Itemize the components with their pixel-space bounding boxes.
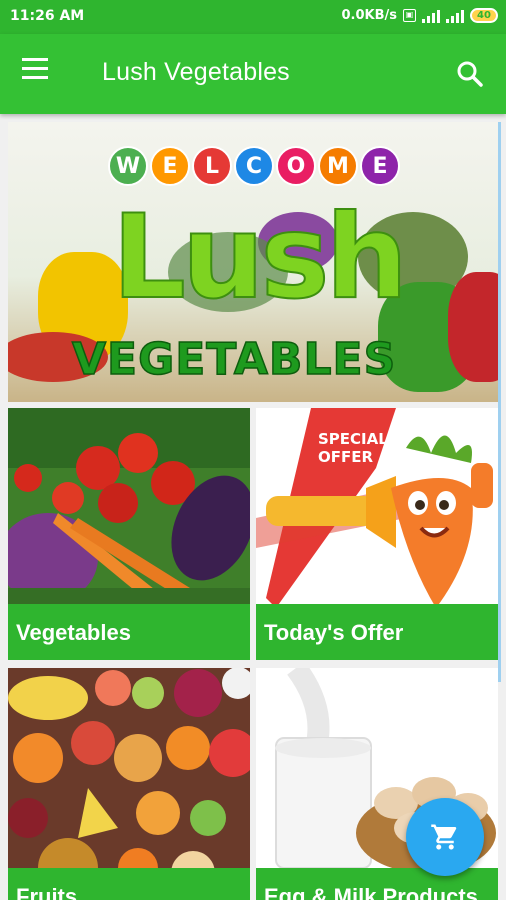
cart-button[interactable] (406, 798, 484, 876)
welcome-letter: W (108, 146, 148, 186)
scrollbar[interactable] (498, 122, 501, 682)
welcome-letters: W E L C O M E (108, 146, 400, 186)
offer-badge: SPECIAL OFFER (318, 430, 388, 466)
hamburger-menu-icon[interactable] (22, 58, 58, 94)
battery-icon: 40 (470, 8, 498, 23)
red-bell-pepper-image (448, 272, 498, 382)
signal-strength-icon (422, 9, 440, 23)
welcome-letter: E (150, 146, 190, 186)
tile-label: Fruits (8, 868, 250, 900)
welcome-letter: E (360, 146, 400, 186)
tile-label: Vegetables (8, 604, 250, 660)
shopping-cart-icon (431, 824, 457, 850)
welcome-letter: L (192, 146, 232, 186)
category-tile-todays-offer[interactable]: SPECIAL OFFER Today's Offer (256, 408, 498, 660)
welcome-letter: C (234, 146, 274, 186)
network-type-icon: ▣ (403, 9, 416, 22)
category-tile-vegetables[interactable]: Vegetables (8, 408, 250, 660)
app-bar: Lush Vegetables (0, 34, 506, 114)
tile-label: Today's Offer (256, 604, 498, 660)
search-icon[interactable] (454, 58, 486, 90)
category-tile-fruits[interactable]: Fruits (8, 668, 250, 900)
welcome-letter: M (318, 146, 358, 186)
welcome-letter: O (276, 146, 316, 186)
status-bar: 11:26 AM 0.0KB/s ▣ 40 (0, 0, 506, 34)
welcome-banner[interactable]: W E L C O M E Lush VEGETABLES (8, 122, 498, 402)
tile-label: Egg & Milk Products (256, 868, 498, 900)
status-indicators: 0.0KB/s ▣ 40 (341, 8, 498, 23)
network-speed: 0.0KB/s (341, 8, 398, 23)
fruits-image (8, 668, 250, 900)
battery-level: 40 (477, 10, 491, 21)
signal-strength-2-icon (446, 9, 464, 23)
status-time: 11:26 AM (10, 8, 85, 24)
brand-logo-text: Lush (111, 190, 409, 325)
brand-subtitle: VEGETABLES (71, 333, 397, 386)
app-title: Lush Vegetables (102, 58, 290, 86)
